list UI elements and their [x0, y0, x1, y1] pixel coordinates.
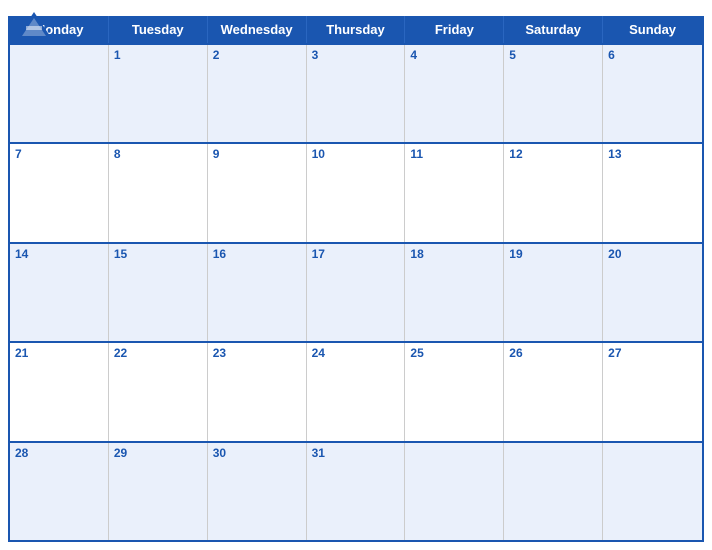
day-cell-21: 21 — [10, 343, 109, 440]
day-cell-22: 22 — [109, 343, 208, 440]
day-number: 18 — [410, 247, 423, 261]
day-header-sunday: Sunday — [603, 16, 702, 43]
day-cell-empty — [405, 443, 504, 540]
day-number: 3 — [312, 48, 319, 62]
day-cell-12: 12 — [504, 144, 603, 241]
day-number: 27 — [608, 346, 621, 360]
day-number: 21 — [15, 346, 28, 360]
day-number: 15 — [114, 247, 127, 261]
day-cell-9: 9 — [208, 144, 307, 241]
weeks-container: 1234567891011121314151617181920212223242… — [10, 43, 702, 540]
day-cell-20: 20 — [603, 244, 702, 341]
day-cell-10: 10 — [307, 144, 406, 241]
day-number: 19 — [509, 247, 522, 261]
day-cell-14: 14 — [10, 244, 109, 341]
day-cell-1: 1 — [109, 45, 208, 142]
day-header-saturday: Saturday — [504, 16, 603, 43]
day-cell-19: 19 — [504, 244, 603, 341]
day-header-wednesday: Wednesday — [208, 16, 307, 43]
day-cell-27: 27 — [603, 343, 702, 440]
day-cell-31: 31 — [307, 443, 406, 540]
day-number: 10 — [312, 147, 325, 161]
week-row-2: 7 8 9 10 11 12 13 — [10, 142, 702, 241]
day-number: 31 — [312, 446, 325, 460]
day-number: 12 — [509, 147, 522, 161]
day-cell-3: 3 — [307, 45, 406, 142]
day-cell-5: 5 — [504, 45, 603, 142]
day-number: 17 — [312, 247, 325, 261]
day-cell-7: 7 — [10, 144, 109, 241]
calendar-table: MondayTuesdayWednesdayThursdayFridaySatu… — [8, 16, 704, 542]
day-cell-15: 15 — [109, 244, 208, 341]
day-cell-empty — [504, 443, 603, 540]
day-number: 24 — [312, 346, 325, 360]
day-cell-26: 26 — [504, 343, 603, 440]
day-cell-28: 28 — [10, 443, 109, 540]
week-row-1: 1 2 3 4 5 6 — [10, 43, 702, 142]
week-row-3: 14 15 16 17 18 19 20 — [10, 242, 702, 341]
day-number: 2 — [213, 48, 220, 62]
day-cell-29: 29 — [109, 443, 208, 540]
day-cell-6: 6 — [603, 45, 702, 142]
calendar: MondayTuesdayWednesdayThursdayFridaySatu… — [0, 0, 712, 550]
day-number: 6 — [608, 48, 615, 62]
day-number: 4 — [410, 48, 417, 62]
day-cell-23: 23 — [208, 343, 307, 440]
day-number: 23 — [213, 346, 226, 360]
day-cell-24: 24 — [307, 343, 406, 440]
day-cell-2: 2 — [208, 45, 307, 142]
day-headers-row: MondayTuesdayWednesdayThursdayFridaySatu… — [10, 16, 702, 43]
day-number: 7 — [15, 147, 22, 161]
day-cell-25: 25 — [405, 343, 504, 440]
day-number: 13 — [608, 147, 621, 161]
day-header-tuesday: Tuesday — [109, 16, 208, 43]
day-number: 30 — [213, 446, 226, 460]
day-number: 29 — [114, 446, 127, 460]
day-cell-18: 18 — [405, 244, 504, 341]
day-cell-30: 30 — [208, 443, 307, 540]
day-number: 14 — [15, 247, 28, 261]
day-cell-11: 11 — [405, 144, 504, 241]
day-cell-4: 4 — [405, 45, 504, 142]
logo — [16, 10, 52, 38]
day-cell-13: 13 — [603, 144, 702, 241]
day-number: 28 — [15, 446, 28, 460]
day-number: 22 — [114, 346, 127, 360]
day-number: 8 — [114, 147, 121, 161]
day-number: 1 — [114, 48, 121, 62]
day-cell-empty — [10, 45, 109, 142]
day-cell-8: 8 — [109, 144, 208, 241]
day-number: 20 — [608, 247, 621, 261]
day-number: 26 — [509, 346, 522, 360]
day-cell-16: 16 — [208, 244, 307, 341]
day-cell-17: 17 — [307, 244, 406, 341]
logo-icon — [16, 10, 52, 38]
day-header-thursday: Thursday — [307, 16, 406, 43]
day-number: 11 — [410, 147, 423, 161]
calendar-header — [0, 0, 712, 16]
day-number: 5 — [509, 48, 516, 62]
day-header-friday: Friday — [405, 16, 504, 43]
day-number: 25 — [410, 346, 423, 360]
week-row-5: 28 29 30 31 — [10, 441, 702, 540]
week-row-4: 21 22 23 24 25 26 27 — [10, 341, 702, 440]
day-cell-empty — [603, 443, 702, 540]
day-number: 16 — [213, 247, 226, 261]
day-number: 9 — [213, 147, 220, 161]
